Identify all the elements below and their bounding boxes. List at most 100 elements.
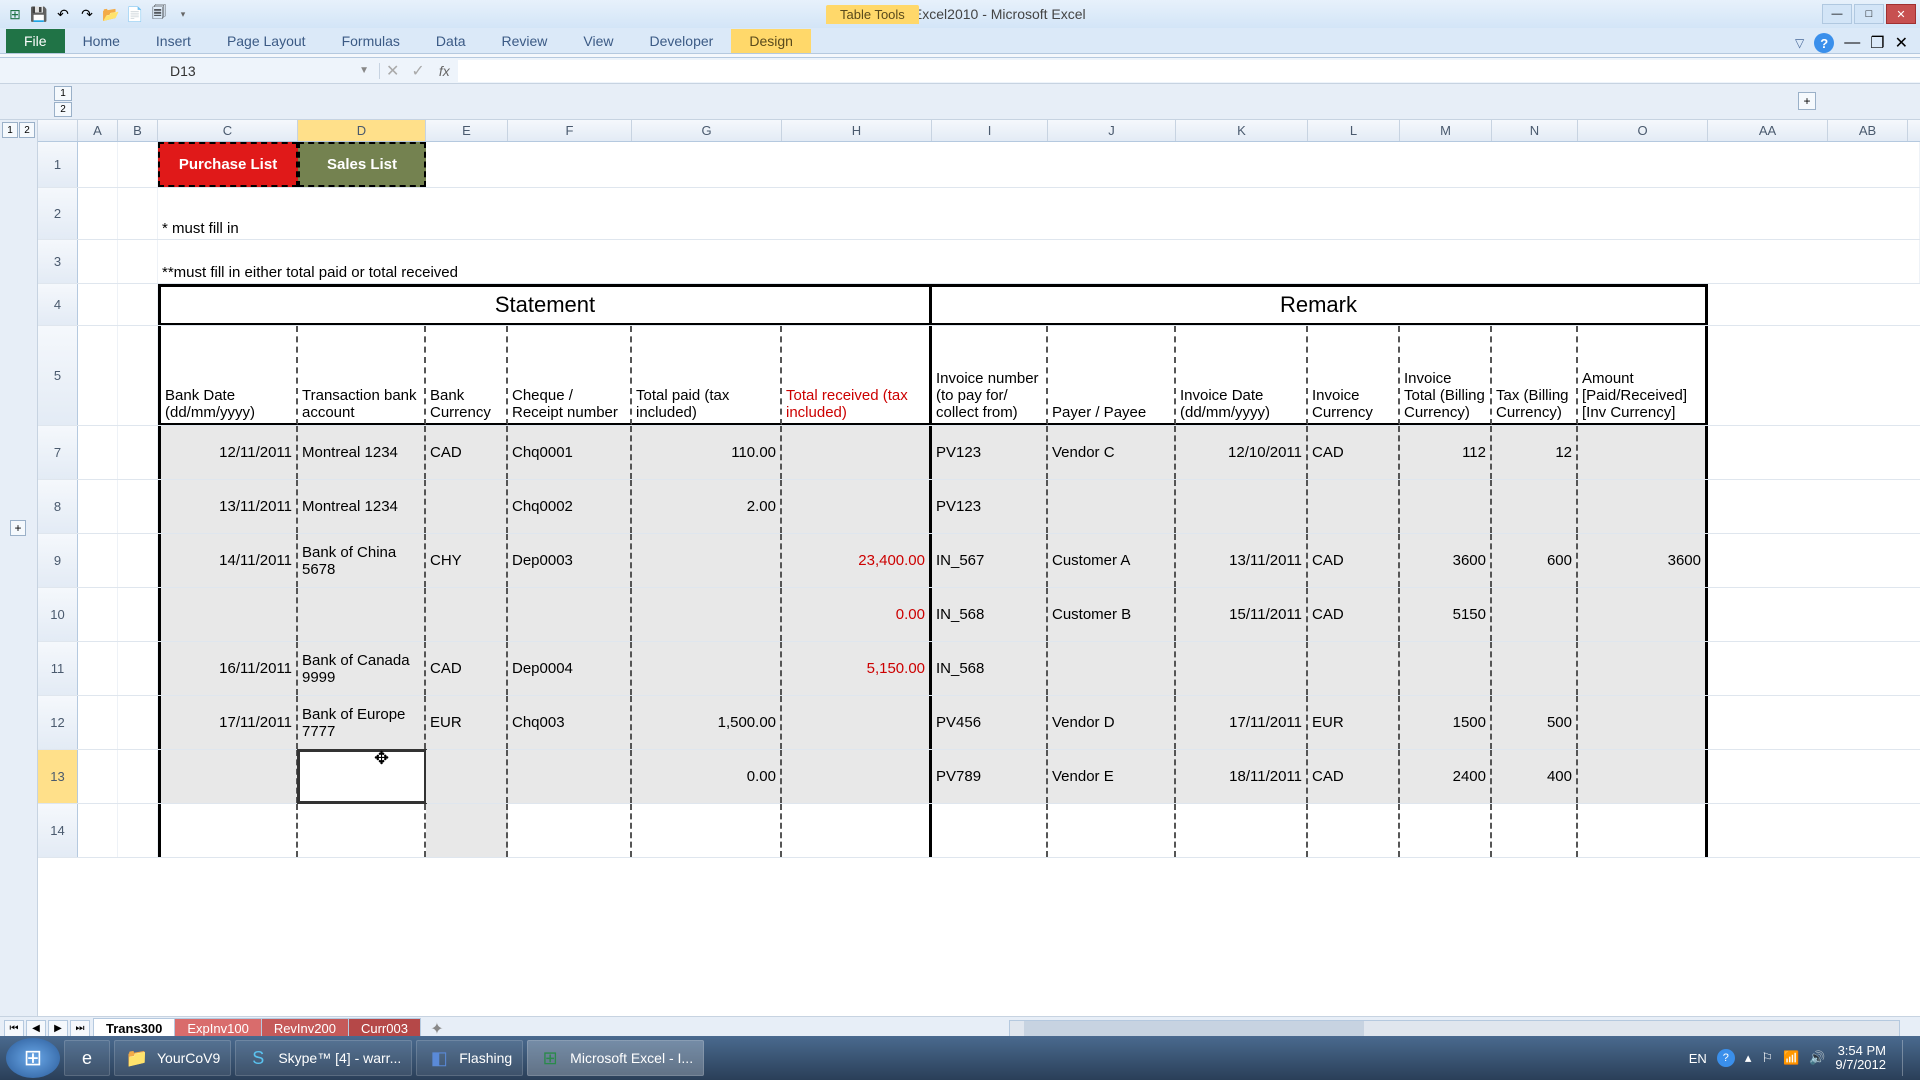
row-outline-level-1[interactable]: 1: [2, 122, 18, 138]
row-header-14[interactable]: 14: [38, 804, 78, 857]
cell[interactable]: [78, 142, 118, 187]
cell[interactable]: [78, 534, 118, 587]
row-outline-level-2[interactable]: 2: [19, 122, 35, 138]
cell-itotal[interactable]: [1400, 480, 1492, 533]
col-header-AA[interactable]: AA: [1708, 120, 1828, 141]
cell-payer[interactable]: Vendor C: [1048, 426, 1176, 479]
col-header-G[interactable]: G: [632, 120, 782, 141]
workbook-restore-icon[interactable]: ❐: [1870, 33, 1884, 53]
cell-tax[interactable]: [1492, 588, 1578, 641]
row-header-13[interactable]: 13: [38, 750, 78, 803]
col-header-I[interactable]: I: [932, 120, 1048, 141]
cell-inv[interactable]: IN_568: [932, 588, 1048, 641]
cell-date[interactable]: 13/11/2011: [158, 480, 298, 533]
cell-idate[interactable]: 12/10/2011: [1176, 426, 1308, 479]
cell-date[interactable]: 14/11/2011: [158, 534, 298, 587]
cell-paid[interactable]: 110.00: [632, 426, 782, 479]
cell-amt[interactable]: [1578, 426, 1708, 479]
tab-review[interactable]: Review: [484, 29, 566, 53]
tray-network-icon[interactable]: 📶: [1783, 1050, 1799, 1066]
workbook-close-icon[interactable]: ✕: [1895, 33, 1908, 53]
cell-payer[interactable]: Customer B: [1048, 588, 1176, 641]
cell-cheque[interactable]: [508, 750, 632, 803]
tray-volume-icon[interactable]: 🔊: [1809, 1050, 1825, 1066]
col-header-C[interactable]: C: [158, 120, 298, 141]
cell-payer[interactable]: Vendor D: [1048, 696, 1176, 749]
qat-dropdown-icon[interactable]: ▾: [172, 3, 194, 25]
cell-payer[interactable]: Vendor E: [1048, 750, 1176, 803]
cell[interactable]: [78, 804, 118, 857]
cell-idate[interactable]: [1176, 480, 1308, 533]
cell[interactable]: [426, 804, 508, 857]
row-header-11[interactable]: 11: [38, 642, 78, 695]
cell-paid[interactable]: [632, 534, 782, 587]
cell[interactable]: [118, 240, 158, 283]
purchase-list-button[interactable]: Purchase List: [158, 142, 298, 187]
cell[interactable]: [118, 804, 158, 857]
cell-amt[interactable]: [1578, 750, 1708, 803]
fx-icon[interactable]: fx: [431, 63, 458, 79]
save-icon[interactable]: 💾: [28, 3, 50, 25]
cell-tax[interactable]: [1492, 642, 1578, 695]
cell-icurr[interactable]: CAD: [1308, 750, 1400, 803]
cell-curr[interactable]: [426, 480, 508, 533]
cell[interactable]: [1176, 804, 1308, 857]
select-all-cell[interactable]: [38, 120, 78, 141]
cell[interactable]: [78, 480, 118, 533]
cell-itotal[interactable]: 3600: [1400, 534, 1492, 587]
maximize-button[interactable]: □: [1854, 4, 1884, 24]
tab-data[interactable]: Data: [418, 29, 484, 53]
cell-date[interactable]: 17/11/2011: [158, 696, 298, 749]
row-header-12[interactable]: 12: [38, 696, 78, 749]
print-preview-icon[interactable]: 🗐: [148, 3, 170, 25]
cell-recv[interactable]: [782, 750, 932, 803]
hdr-inv-total[interactable]: Invoice Total (Billing Currency): [1400, 326, 1492, 425]
new-icon[interactable]: 📄: [124, 3, 146, 25]
cell[interactable]: [118, 750, 158, 803]
sheet-nav-first-icon[interactable]: ⏮: [4, 1020, 24, 1038]
undo-icon[interactable]: ↶: [52, 3, 74, 25]
cell-icurr[interactable]: CAD: [1308, 588, 1400, 641]
col-outline-level-1[interactable]: 1: [54, 86, 72, 101]
cell[interactable]: [78, 750, 118, 803]
cell[interactable]: [118, 284, 158, 325]
cell[interactable]: [932, 804, 1048, 857]
tab-page-layout[interactable]: Page Layout: [209, 29, 324, 53]
hdr-bank-date[interactable]: Bank Date (dd/mm/yyyy): [158, 326, 298, 425]
hdr-cheque[interactable]: Cheque / Receipt number: [508, 326, 632, 425]
col-outline-expand-icon[interactable]: +: [1798, 92, 1816, 110]
note-must-fill[interactable]: * must fill in: [158, 188, 1920, 239]
cell[interactable]: [118, 480, 158, 533]
taskbar-explorer[interactable]: 📁YourCoV9: [114, 1040, 231, 1076]
cell[interactable]: [78, 642, 118, 695]
cell-paid[interactable]: [632, 588, 782, 641]
cell-itotal[interactable]: 112: [1400, 426, 1492, 479]
tray-lang[interactable]: EN: [1689, 1051, 1707, 1066]
cell[interactable]: [1048, 804, 1176, 857]
cell[interactable]: [118, 588, 158, 641]
cell[interactable]: [118, 534, 158, 587]
taskbar-excel[interactable]: ⊞Microsoft Excel - I...: [527, 1040, 704, 1076]
cell-payer[interactable]: Customer A: [1048, 534, 1176, 587]
cell-inv[interactable]: PV789: [932, 750, 1048, 803]
cell-idate[interactable]: 18/11/2011: [1176, 750, 1308, 803]
cell[interactable]: [78, 426, 118, 479]
row-header-9[interactable]: 9: [38, 534, 78, 587]
row-header-4[interactable]: 4: [38, 284, 78, 325]
cell[interactable]: [158, 804, 298, 857]
taskbar-ie[interactable]: e: [64, 1040, 110, 1076]
col-header-M[interactable]: M: [1400, 120, 1492, 141]
cell[interactable]: [78, 284, 118, 325]
hdr-tax[interactable]: Tax (Billing Currency): [1492, 326, 1578, 425]
cell-tax[interactable]: 600: [1492, 534, 1578, 587]
cell-itotal[interactable]: 2400: [1400, 750, 1492, 803]
cell-inv[interactable]: PV123: [932, 426, 1048, 479]
cell-acct[interactable]: Bank of Europe 7777: [298, 696, 426, 749]
cell-curr[interactable]: [426, 588, 508, 641]
cell-cheque[interactable]: Dep0004: [508, 642, 632, 695]
cell[interactable]: [118, 642, 158, 695]
cell-acct[interactable]: Bank of Canada 9999: [298, 642, 426, 695]
cell[interactable]: [508, 804, 632, 857]
taskbar-skype[interactable]: SSkype™ [4] - warr...: [235, 1040, 412, 1076]
cell-acct[interactable]: Montreal 1234: [298, 426, 426, 479]
